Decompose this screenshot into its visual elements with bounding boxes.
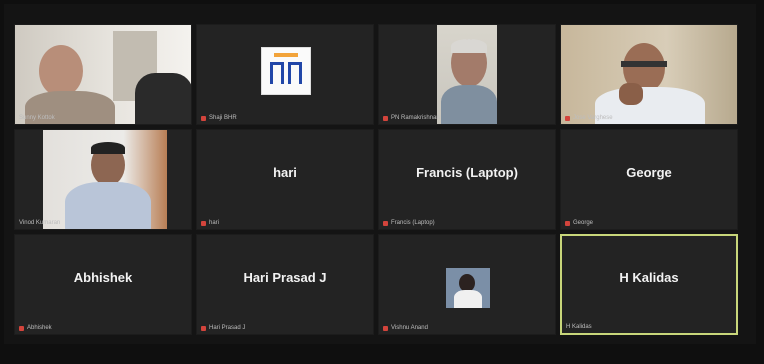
participant-tile[interactable]: Shaji BHR (196, 24, 374, 125)
meeting-window: Sunny Kottok Shaji BHR PN Ramakrishnan J… (4, 4, 756, 344)
participant-footer: George (565, 220, 593, 226)
participant-tile[interactable]: Francis (Laptop) Francis (Laptop) (378, 129, 556, 230)
mic-muted-icon (19, 325, 24, 331)
mic-muted-icon (383, 115, 388, 121)
participant-grid: Sunny Kottok Shaji BHR PN Ramakrishnan J… (14, 24, 738, 335)
participant-tile[interactable]: Abhishek Abhishek (14, 234, 192, 335)
participant-display-name: H Kalidas (619, 270, 679, 285)
participant-tile[interactable]: Vishnu Anand (378, 234, 556, 335)
organization-logo (261, 47, 311, 95)
participant-footer: Sunny Kottok (19, 115, 55, 121)
participant-name-label: Francis (Laptop) (391, 220, 435, 226)
participant-video (561, 25, 737, 124)
participant-video (437, 25, 497, 124)
participant-tile[interactable]: Sunny Kottok (14, 24, 192, 125)
participant-name-label: Vinod Kumaran (19, 220, 61, 226)
participant-footer: Hari Prasad J (201, 325, 245, 331)
participant-footer: Vishnu Anand (383, 325, 428, 331)
participant-footer: hari (201, 220, 219, 226)
participant-name-label: George (573, 220, 594, 226)
mic-muted-icon (565, 220, 570, 226)
participant-video (15, 25, 191, 124)
participant-display-name: George (626, 165, 672, 180)
participant-footer: H Kalidas (566, 324, 592, 330)
mic-muted-icon (201, 115, 206, 121)
participant-footer: Shaji BHR (201, 115, 237, 121)
mic-muted-icon (201, 220, 206, 226)
participant-name-label: hari (209, 220, 220, 226)
mic-muted-icon (201, 325, 206, 331)
participant-display-name: Abhishek (73, 270, 133, 285)
participant-name-label: Jose Varghese (573, 115, 613, 121)
participant-footer: Abhishek (19, 325, 52, 331)
participant-tile[interactable]: hari hari (196, 129, 374, 230)
participant-name-label: PN Ramakrishnan (391, 115, 440, 121)
participant-tile[interactable]: Vinod Kumaran (14, 129, 192, 230)
mic-muted-icon (565, 115, 570, 121)
participant-name-label: Vishnu Anand (391, 325, 428, 331)
participant-display-name: Francis (Laptop) (416, 165, 518, 180)
participant-footer: Jose Varghese (565, 115, 613, 121)
participant-tile[interactable]: Jose Varghese (560, 24, 738, 125)
participant-tile[interactable]: Hari Prasad J Hari Prasad J (196, 234, 374, 335)
participant-video (43, 130, 167, 229)
mic-muted-icon (383, 220, 388, 226)
participant-tile[interactable]: George George (560, 129, 738, 230)
mic-muted-icon (383, 325, 388, 331)
participant-footer: Francis (Laptop) (383, 220, 435, 226)
participant-name-label: Hari Prasad J (209, 325, 246, 331)
participant-name-label: Abhishek (27, 325, 52, 331)
participant-name-label: Shaji BHR (209, 115, 237, 121)
participant-display-name: hari (273, 165, 297, 180)
participant-tile-active-speaker[interactable]: H Kalidas H Kalidas (560, 234, 738, 335)
participant-tile[interactable]: PN Ramakrishnan (378, 24, 556, 125)
profile-photo (446, 268, 490, 308)
participant-footer: Vinod Kumaran (19, 220, 60, 226)
participant-name-label: Sunny Kottok (19, 115, 55, 121)
participant-name-label: H Kalidas (566, 324, 592, 330)
participant-display-name: Hari Prasad J (243, 270, 327, 285)
participant-footer: PN Ramakrishnan (383, 115, 440, 121)
